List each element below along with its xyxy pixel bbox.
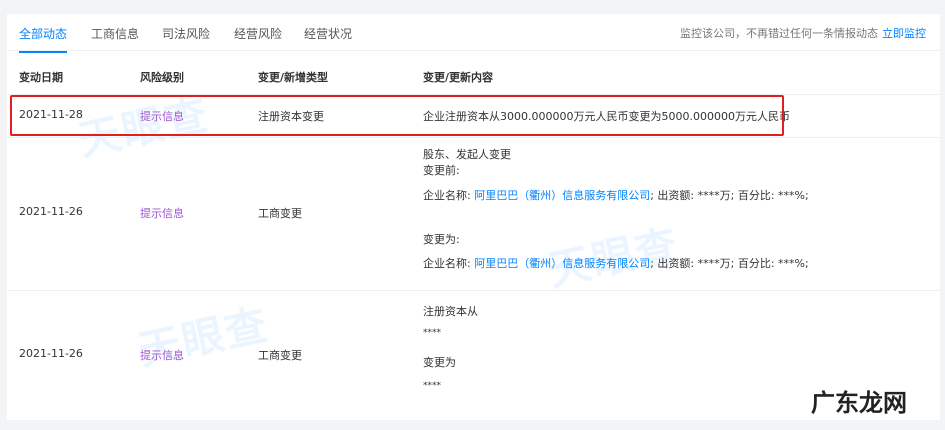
tab-judicial-risk[interactable]: 司法风险 [162,25,210,42]
before-detail: 企业名称: 阿里巴巴（衢州）信息服务有限公司; 出资额: ****万; 百分比:… [423,187,809,203]
before-label: 变更前: [423,164,460,177]
tab-bar: 全部动态 工商信息 司法风险 经营风险 经营状况 监控该公司，不再错过任何一条情… [7,14,940,53]
company-link[interactable]: 阿里巴巴（衢州）信息服务有限公司 [474,189,650,202]
table-row: 2021-11-26 提示信息 工商变更 股东、发起人变更 变更前: 企业名称:… [7,138,940,291]
date: 2021-11-26 [19,347,83,360]
company-news-card: 全部动态 工商信息 司法风险 经营风险 经营状况 监控该公司，不再错过任何一条情… [7,14,940,420]
monitor-now-link[interactable]: 立即监控 [882,27,926,40]
col-risk: 风险级别 [140,71,184,84]
risk-level: 提示信息 [140,349,184,362]
corner-watermark: 广东龙网 [811,389,907,417]
table-row: 2021-11-26 提示信息 工商变更 注册资本从 **** 变更为 **** [7,291,940,420]
detail-rest: ; 出资额: ****万; 百分比: ***%; [650,257,809,270]
company-link[interactable]: 阿里巴巴（衢州）信息服务有限公司 [474,257,650,270]
risk-level: 提示信息 [140,207,184,220]
col-content: 变更/更新内容 [423,71,494,84]
change-type: 工商变更 [258,207,302,220]
col-type: 变更/新增类型 [258,71,329,84]
date: 2021-11-26 [19,205,83,218]
table-header: 变动日期 风险级别 变更/新增类型 变更/更新内容 [7,52,940,95]
change-type: 工商变更 [258,349,302,362]
content-line: 注册资本从 [423,305,478,318]
name-label: 企业名称: [423,257,471,270]
tab-business-info[interactable]: 工商信息 [91,25,139,42]
after-detail: 企业名称: 阿里巴巴（衢州）信息服务有限公司; 出资额: ****万; 百分比:… [423,255,809,271]
monitor-text: 监控该公司，不再错过任何一条情报动态 [680,27,878,40]
detail-rest: ; 出资额: ****万; 百分比: ***%; [650,189,809,202]
tab-operating-status[interactable]: 经营状况 [304,25,352,42]
tab-all-news[interactable]: 全部动态 [19,25,68,53]
content-line: **** [423,328,441,338]
monitor-prompt: 监控该公司，不再错过任何一条情报动态 立即监控 [680,25,926,41]
content-line: 变更为 [423,356,456,369]
name-label: 企业名称: [423,189,471,202]
change-title: 股东、发起人变更 [423,148,511,161]
col-date: 变动日期 [19,71,63,84]
highlight-box [10,95,784,136]
after-label: 变更为: [423,233,460,246]
tab-operating-risk[interactable]: 经营风险 [234,25,282,42]
content-line: **** [423,381,441,391]
